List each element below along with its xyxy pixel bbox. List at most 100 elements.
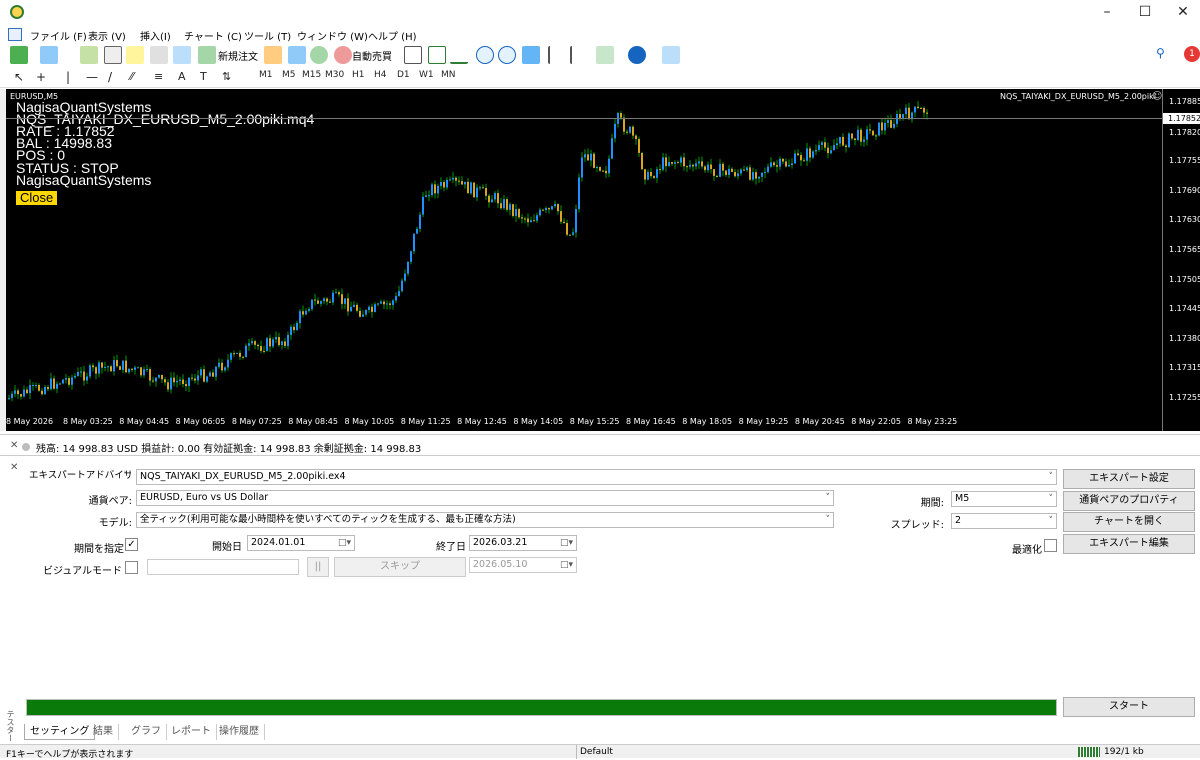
tile-windows-icon[interactable] — [522, 46, 540, 64]
visual-speed-slider[interactable] — [147, 559, 299, 575]
auto-trading-icon[interactable] — [334, 46, 352, 64]
tab-graph[interactable]: グラフ — [126, 724, 167, 740]
time-tick: 8 May 15:25 — [569, 417, 620, 426]
timeframe-select[interactable]: M5 ˅ — [951, 491, 1057, 507]
start-date-picker[interactable]: 2024.01.01 □▾ — [247, 535, 355, 551]
period-spec-checkbox[interactable]: ✓ — [125, 538, 138, 551]
menu-window[interactable]: ウィンドウ (W) — [297, 28, 368, 43]
auto-scroll-icon[interactable] — [570, 46, 588, 64]
strategy-tester-icon[interactable] — [173, 46, 191, 64]
tf-m15[interactable]: M15 — [302, 70, 321, 80]
cursor-icon[interactable]: ↖ — [14, 70, 24, 84]
tab-results[interactable]: 結果 — [88, 724, 119, 740]
time-tick: 8 May 11:25 — [400, 417, 451, 426]
skip-date-picker[interactable]: 2026.05.10 □▾ — [469, 557, 577, 573]
chart-shift-icon[interactable] — [548, 46, 566, 64]
tf-m5[interactable]: M5 — [282, 70, 296, 80]
candle-body — [695, 163, 697, 167]
menu-chart[interactable]: チャート (C) — [184, 28, 242, 43]
crosshair-icon[interactable]: + — [36, 70, 46, 84]
candle-body — [530, 220, 532, 223]
candlestick-icon[interactable] — [428, 46, 446, 64]
candle-body — [782, 158, 784, 162]
new-order-button[interactable]: 新規注文 — [218, 48, 258, 63]
zoom-in-icon[interactable] — [476, 46, 494, 64]
candle-body — [887, 120, 889, 123]
text-label-icon[interactable]: T — [200, 70, 207, 83]
menu-view[interactable]: 表示 (V) — [88, 28, 126, 43]
market-icon[interactable] — [310, 46, 328, 64]
time-tick: 8 May 2026 — [6, 417, 54, 426]
menu-file[interactable]: ファイル (F) — [30, 28, 87, 43]
text-icon[interactable]: A — [178, 70, 186, 83]
tf-mn[interactable]: MN — [441, 70, 456, 80]
menu-insert[interactable]: 挿入(I) — [140, 28, 171, 43]
tf-d1[interactable]: D1 — [397, 70, 410, 80]
tf-w1[interactable]: W1 — [419, 70, 434, 80]
symbol-properties-button[interactable]: 通貨ペアのプロパティ — [1063, 491, 1195, 511]
close-window-button[interactable]: ✕ — [1160, 0, 1200, 25]
market-watch-icon[interactable] — [80, 46, 98, 64]
pause-button[interactable]: || — [307, 557, 329, 577]
notification-badge[interactable]: 1 — [1184, 46, 1200, 62]
time-tick: 8 May 08:45 — [288, 417, 338, 426]
open-chart-button[interactable]: チャートを開く — [1063, 512, 1195, 532]
fibonacci-icon[interactable]: ≡ — [154, 70, 163, 83]
ea-type-select[interactable]: エキスパートアドバイザ ˅ — [26, 469, 131, 485]
channel-icon[interactable]: ⁄⁄ — [130, 70, 134, 83]
expert-properties-button[interactable]: エキスパート設定 — [1063, 469, 1195, 489]
visual-mode-checkbox[interactable] — [125, 561, 138, 574]
ea-file-select[interactable]: NQS_TAIYAKI_DX_EURUSD_M5_2.00piki.ex4 ˅ — [136, 469, 1057, 485]
periods-icon[interactable] — [628, 46, 646, 64]
menu-help[interactable]: ヘルプ (H) — [368, 28, 417, 43]
candle-body — [488, 195, 490, 203]
metaeditor-icon[interactable] — [264, 46, 282, 64]
price-chart[interactable]: EURUSD,M5 NQS_TAIYAKI_DX_EURUSD_M5_2.00p… — [6, 89, 1200, 431]
candle-body — [596, 167, 598, 169]
spread-select[interactable]: 2 ˅ — [951, 513, 1057, 529]
templates-icon[interactable] — [662, 46, 680, 64]
modify-expert-button[interactable]: エキスパート編集 — [1063, 534, 1195, 554]
tf-h1[interactable]: H1 — [352, 70, 365, 80]
tab-report[interactable]: レポート — [166, 724, 217, 740]
indicators-icon[interactable] — [596, 46, 614, 64]
candle-body — [818, 144, 820, 150]
tester-close-icon[interactable]: ✕ — [10, 462, 18, 473]
skip-button[interactable]: スキップ — [334, 557, 466, 577]
horizontal-line-icon[interactable]: — — [86, 70, 98, 84]
candle-body — [392, 300, 394, 305]
zoom-out-icon[interactable] — [498, 46, 516, 64]
new-order-icon[interactable] — [198, 46, 216, 64]
end-date-picker[interactable]: 2026.03.21 □▾ — [469, 535, 577, 551]
terminal-icon[interactable] — [150, 46, 168, 64]
tf-m30[interactable]: M30 — [325, 70, 344, 80]
data-window-icon[interactable] — [104, 46, 122, 64]
menu-tools[interactable]: ツール (T) — [244, 28, 291, 43]
trendline-icon[interactable]: / — [108, 70, 112, 84]
profiles-icon[interactable] — [40, 46, 58, 64]
arrows-icon[interactable]: ⇅ — [222, 70, 231, 83]
search-icon[interactable]: ⚲ — [1156, 46, 1170, 64]
tab-settings[interactable]: セッティング — [24, 724, 96, 740]
tf-m1[interactable]: M1 — [259, 70, 273, 80]
candle-body — [482, 187, 484, 189]
line-chart-icon[interactable] — [450, 46, 468, 64]
pair-select[interactable]: EURUSD, Euro vs US Dollar ˅ — [136, 490, 834, 506]
signals-icon[interactable] — [288, 46, 306, 64]
start-button[interactable]: スタート — [1063, 697, 1195, 717]
model-select[interactable]: 全ティック(利用可能な最小時間枠を使いすべてのティックを生成する、最も正確な方法… — [136, 512, 834, 528]
auto-trading-button[interactable]: 自動売買 — [352, 48, 392, 63]
tab-journal[interactable]: 操作履歴 — [214, 724, 265, 740]
app-menu-icon[interactable] — [8, 28, 22, 41]
candle-body — [119, 366, 121, 370]
bar-chart-icon[interactable] — [404, 46, 422, 64]
new-chart-icon[interactable] — [10, 46, 28, 64]
close-positions-button[interactable]: Close — [16, 191, 58, 205]
tf-h4[interactable]: H4 — [374, 70, 387, 80]
candle-body — [38, 384, 40, 391]
navigator-icon[interactable] — [126, 46, 144, 64]
panel-close-icon[interactable]: ✕ — [10, 440, 18, 451]
candle-body — [521, 217, 523, 219]
vertical-line-icon[interactable]: | — [66, 70, 70, 84]
optimize-checkbox[interactable] — [1044, 539, 1057, 552]
